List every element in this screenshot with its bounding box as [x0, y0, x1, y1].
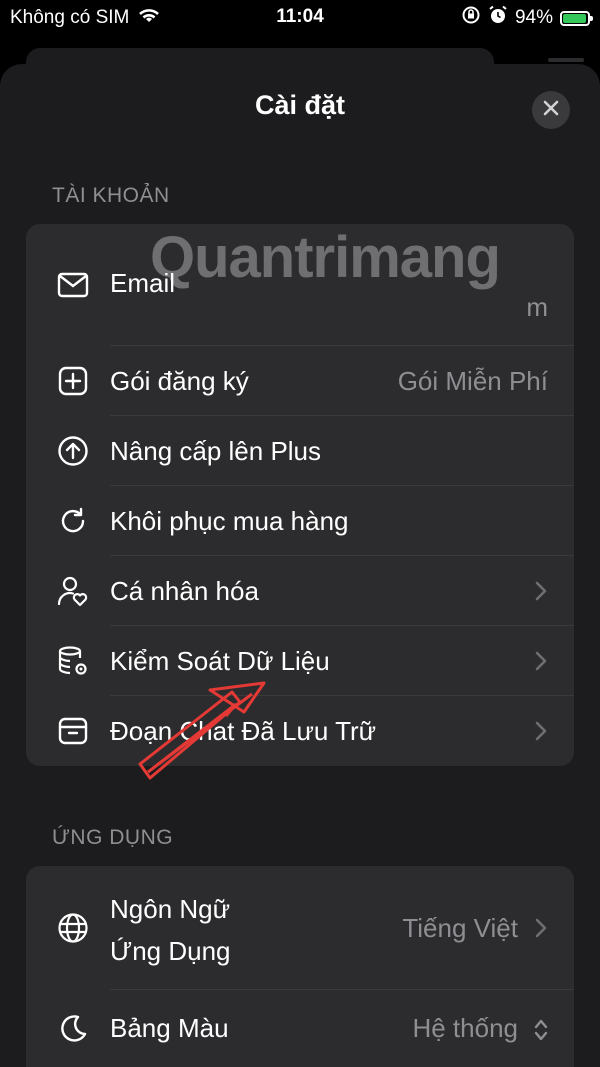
arrow-up-circle-icon — [56, 434, 90, 468]
page-title: Cài đặt — [254, 90, 346, 120]
chevron-right-icon — [534, 650, 548, 672]
background-edge — [548, 58, 584, 62]
status-bar: Không có SIM 11:04 94% — [0, 0, 600, 34]
row-color-scheme[interactable]: Bảng Màu Hệ thống — [26, 990, 574, 1067]
row-app-language[interactable]: Ngôn Ngữ Ứng Dụng Tiếng Việt — [26, 866, 574, 990]
mail-icon — [56, 268, 90, 302]
color-scheme-value: Hệ thống — [412, 1013, 518, 1043]
section-header-app: ỨNG DỤNG — [52, 826, 174, 849]
battery-icon — [560, 10, 593, 26]
row-label: Gói đăng ký — [110, 365, 249, 396]
refresh-icon — [56, 504, 90, 538]
row-data-controls[interactable]: Kiểm Soát Dữ Liệu — [26, 626, 574, 696]
chevron-right-icon — [534, 720, 548, 742]
chevron-updown-icon — [534, 1018, 548, 1040]
row-label: Khôi phục mua hàng — [110, 505, 349, 536]
row-label: Bảng Màu — [110, 1013, 229, 1043]
moon-icon — [56, 1012, 90, 1046]
row-restore-purchases[interactable]: Khôi phục mua hàng — [26, 486, 574, 556]
row-label: Đoạn Chat Đã Lưu Trữ — [110, 715, 377, 746]
database-gear-icon — [56, 644, 90, 678]
globe-icon — [56, 911, 90, 945]
account-group: Email m Gói đăng ký Gói Miễn Phí Nâng cấ… — [26, 224, 574, 766]
archive-icon — [56, 714, 90, 748]
subscription-value: Gói Miễn Phí — [397, 365, 548, 396]
app-group: Ngôn Ngữ Ứng Dụng Tiếng Việt Bảng Màu Hệ… — [26, 866, 574, 1067]
lock-rotation-icon — [461, 5, 481, 31]
plus-square-icon — [56, 364, 90, 398]
email-value: m — [526, 292, 548, 322]
row-personalization[interactable]: Cá nhân hóa — [26, 556, 574, 626]
row-label: Nâng cấp lên Plus — [110, 435, 322, 466]
row-upgrade-plus[interactable]: Nâng cấp lên Plus — [26, 416, 574, 486]
row-label: Cá nhân hóa — [110, 575, 259, 606]
row-label: Ngôn Ngữ Ứng Dụng — [110, 888, 231, 972]
person-heart-icon — [56, 574, 90, 608]
settings-sheet: Cài đặt TÀI KHOẢN Email m Gói đăng ký Gó… — [0, 64, 600, 1067]
watermark: Quantrimang — [150, 225, 501, 290]
close-icon — [543, 100, 559, 121]
row-label: Kiểm Soát Dữ Liệu — [110, 645, 330, 676]
row-label-line2: Ứng Dụng — [110, 936, 231, 966]
close-button[interactable] — [532, 91, 570, 129]
row-label-line1: Ngôn Ngữ — [110, 894, 231, 924]
row-archived-chats[interactable]: Đoạn Chat Đã Lưu Trữ — [26, 696, 574, 766]
row-subscription[interactable]: Gói đăng ký Gói Miễn Phí — [26, 346, 574, 416]
chevron-right-icon — [534, 917, 548, 939]
section-header-account: TÀI KHOẢN — [52, 184, 170, 207]
chevron-right-icon — [534, 580, 548, 602]
alarm-icon — [488, 5, 508, 31]
battery-percent: 94% — [514, 7, 553, 28]
language-value: Tiếng Việt — [402, 912, 518, 943]
